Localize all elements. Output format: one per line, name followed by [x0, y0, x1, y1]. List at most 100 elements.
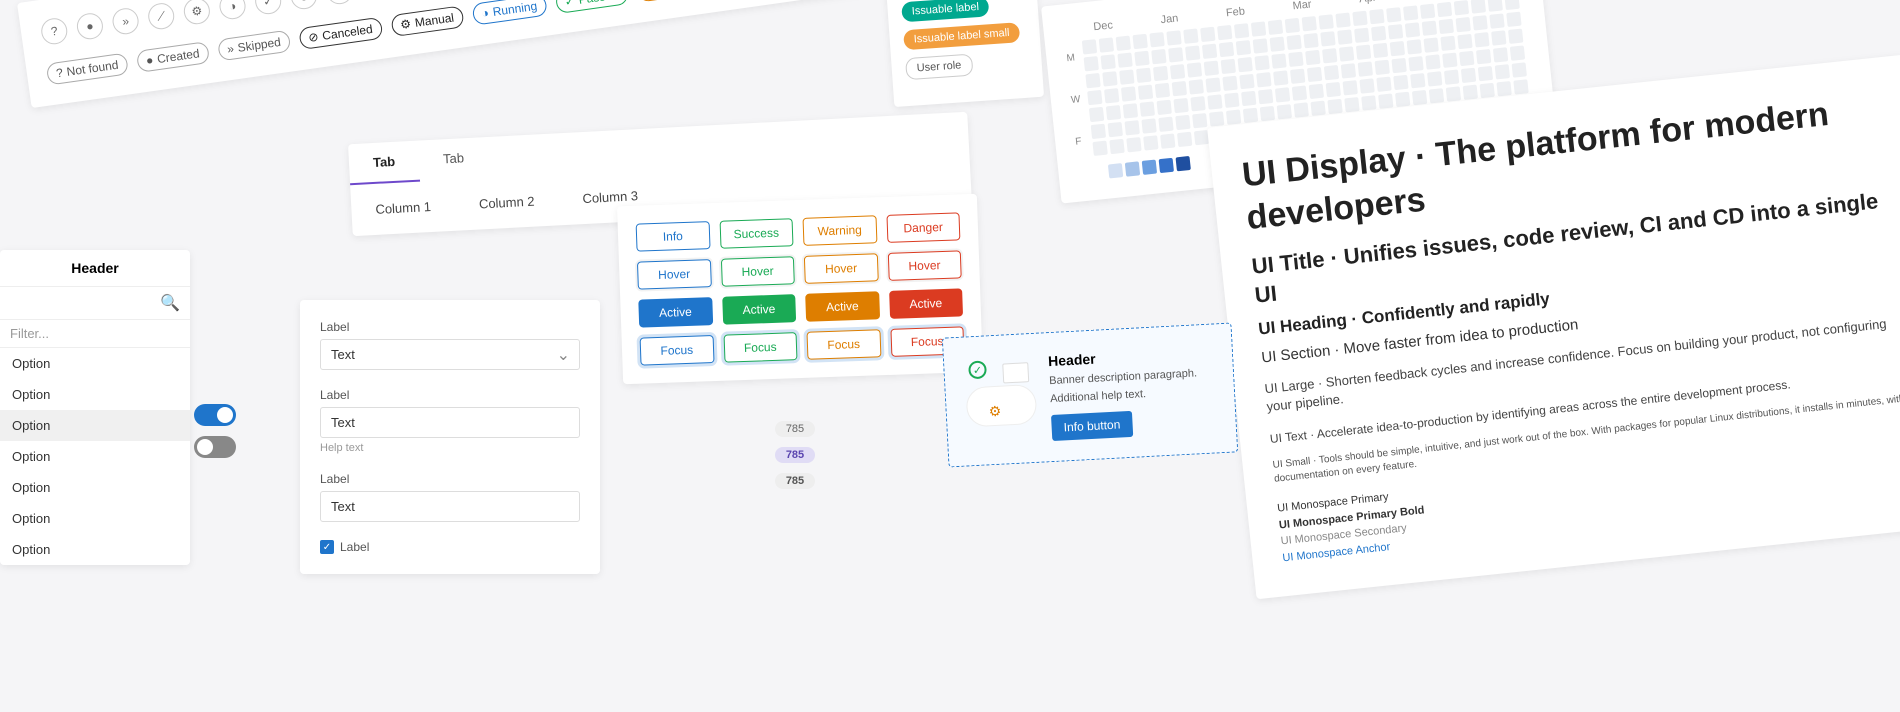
calendar-cell[interactable]	[1307, 67, 1322, 82]
calendar-cell[interactable]	[1409, 56, 1424, 71]
calendar-cell[interactable]	[1411, 73, 1426, 88]
calendar-cell[interactable]	[1099, 37, 1114, 52]
calendar-cell[interactable]	[1103, 71, 1118, 86]
calendar-cell[interactable]	[1201, 27, 1216, 42]
calendar-cell[interactable]	[1217, 25, 1232, 40]
calendar-cell[interactable]	[1356, 44, 1371, 59]
dropdown-option[interactable]: Option	[0, 348, 190, 379]
calendar-cell[interactable]	[1270, 36, 1285, 51]
dropdown-option[interactable]: Option	[0, 472, 190, 503]
calendar-cell[interactable]	[1125, 120, 1140, 135]
calendar-cell[interactable]	[1373, 43, 1388, 58]
calendar-cell[interactable]	[1328, 99, 1343, 114]
calendar-cell[interactable]	[1458, 34, 1473, 49]
calendar-cell[interactable]	[1240, 74, 1255, 89]
calendar-cell[interactable]	[1144, 135, 1159, 150]
calendar-cell[interactable]	[1243, 108, 1258, 123]
calendar-cell[interactable]	[1219, 42, 1234, 57]
calendar-cell[interactable]	[1185, 45, 1200, 60]
calendar-cell[interactable]	[1086, 73, 1101, 88]
calendar-cell[interactable]	[1387, 7, 1402, 22]
calendar-cell[interactable]	[1311, 101, 1326, 116]
calendar-cell[interactable]	[1189, 79, 1204, 94]
calendar-cell[interactable]	[1275, 87, 1290, 102]
danger-button-hover[interactable]: Hover	[887, 250, 961, 281]
calendar-cell[interactable]	[1123, 103, 1138, 118]
calendar-cell[interactable]	[1343, 80, 1358, 95]
success-button[interactable]: Success	[719, 218, 793, 249]
calendar-cell[interactable]	[1084, 56, 1099, 71]
calendar-cell[interactable]	[1478, 66, 1493, 81]
info-button-hover[interactable]: Hover	[637, 259, 711, 290]
info-button-active[interactable]: Active	[638, 297, 712, 328]
calendar-cell[interactable]	[1488, 0, 1503, 12]
calendar-cell[interactable]	[1176, 115, 1191, 130]
calendar-cell[interactable]	[1475, 32, 1490, 47]
calendar-cell[interactable]	[1101, 54, 1116, 69]
dropdown-option[interactable]: Option	[0, 379, 190, 410]
calendar-cell[interactable]	[1208, 94, 1223, 109]
toggle-switch-on[interactable]	[194, 404, 236, 426]
dropdown-search[interactable]: 🔍	[0, 287, 190, 320]
calendar-cell[interactable]	[1274, 70, 1289, 85]
calendar-cell[interactable]	[1392, 58, 1407, 73]
calendar-cell[interactable]	[1202, 44, 1217, 59]
calendar-cell[interactable]	[1150, 32, 1165, 47]
calendar-cell[interactable]	[1505, 0, 1520, 10]
calendar-cell[interactable]	[1226, 109, 1241, 124]
calendar-cell[interactable]	[1255, 55, 1270, 70]
warning-button-hover[interactable]: Hover	[804, 253, 878, 284]
calendar-cell[interactable]	[1439, 19, 1454, 34]
dropdown-option[interactable]: Option	[0, 534, 190, 565]
calendar-cell[interactable]	[1204, 60, 1219, 75]
calendar-cell[interactable]	[1429, 88, 1444, 103]
calendar-cell[interactable]	[1236, 40, 1251, 55]
calendar-cell[interactable]	[1362, 95, 1377, 110]
calendar-cell[interactable]	[1277, 104, 1292, 119]
calendar-cell[interactable]	[1302, 16, 1317, 31]
calendar-cell[interactable]	[1118, 52, 1133, 67]
tab[interactable]: Tab	[418, 137, 489, 182]
calendar-cell[interactable]	[1251, 21, 1266, 36]
calendar-cell[interactable]	[1507, 12, 1522, 27]
warning-button-focus[interactable]: Focus	[806, 329, 880, 360]
calendar-cell[interactable]	[1390, 41, 1405, 56]
calendar-cell[interactable]	[1234, 23, 1249, 38]
calendar-cell[interactable]	[1405, 22, 1420, 37]
calendar-cell[interactable]	[1375, 60, 1390, 75]
calendar-cell[interactable]	[1358, 61, 1373, 76]
calendar-cell[interactable]	[1294, 102, 1309, 117]
calendar-cell[interactable]	[1514, 79, 1529, 94]
calendar-cell[interactable]	[1137, 68, 1152, 83]
calendar-cell[interactable]	[1159, 117, 1174, 132]
calendar-cell[interactable]	[1377, 77, 1392, 92]
calendar-cell[interactable]	[1287, 35, 1302, 50]
calendar-cell[interactable]	[1441, 36, 1456, 51]
calendar-cell[interactable]	[1339, 46, 1354, 61]
calendar-cell[interactable]	[1321, 31, 1336, 46]
calendar-cell[interactable]	[1412, 90, 1427, 105]
calendar-cell[interactable]	[1088, 90, 1103, 105]
calendar-cell[interactable]	[1322, 48, 1337, 63]
calendar-cell[interactable]	[1292, 85, 1307, 100]
calendar-cell[interactable]	[1463, 85, 1478, 100]
calendar-cell[interactable]	[1476, 49, 1491, 64]
calendar-cell[interactable]	[1444, 69, 1459, 84]
calendar-cell[interactable]	[1319, 14, 1334, 29]
calendar-cell[interactable]	[1108, 122, 1123, 137]
form-text-input[interactable]: Text	[320, 407, 580, 438]
calendar-cell[interactable]	[1206, 77, 1221, 92]
calendar-cell[interactable]	[1446, 86, 1461, 101]
calendar-cell[interactable]	[1370, 9, 1385, 24]
calendar-cell[interactable]	[1135, 51, 1150, 66]
calendar-cell[interactable]	[1140, 101, 1155, 116]
calendar-cell[interactable]	[1437, 2, 1452, 17]
success-button-active[interactable]: Active	[722, 294, 796, 325]
calendar-cell[interactable]	[1471, 0, 1486, 14]
calendar-cell[interactable]	[1221, 59, 1236, 74]
danger-button[interactable]: Danger	[886, 212, 960, 243]
calendar-cell[interactable]	[1242, 91, 1257, 106]
dropdown-filter-input[interactable]: Filter...	[0, 320, 190, 348]
calendar-cell[interactable]	[1497, 81, 1512, 96]
danger-button-active[interactable]: Active	[889, 288, 963, 319]
